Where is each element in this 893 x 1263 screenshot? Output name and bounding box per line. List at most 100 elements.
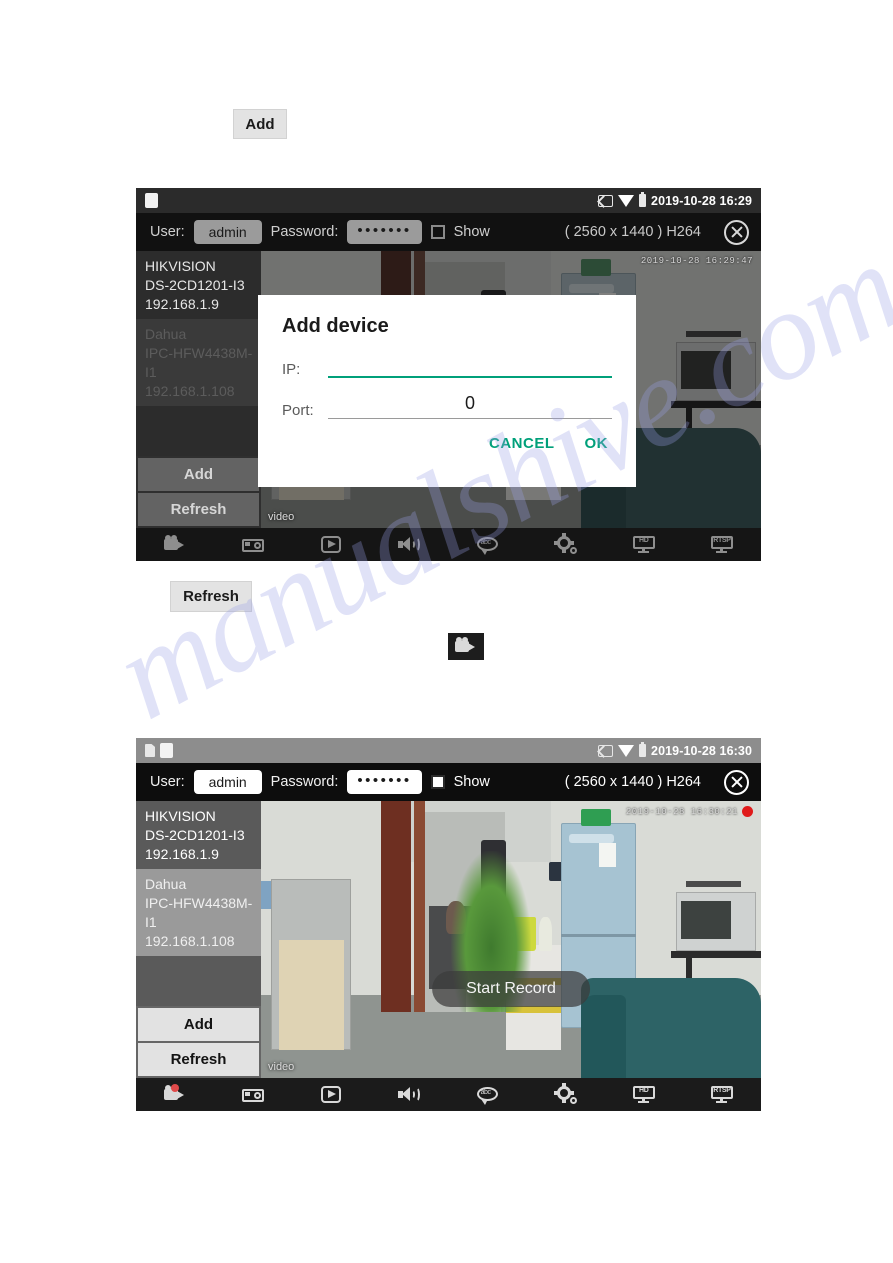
device-ip: 192.168.1.108 (145, 932, 235, 949)
gear-icon (553, 533, 577, 554)
device-list-empty-area (136, 956, 261, 1006)
close-circle-icon[interactable] (724, 219, 749, 245)
monitor-rtsp-icon: RTSP (710, 1085, 733, 1104)
device-ip: 192.168.1.9 (145, 295, 219, 312)
user-label: User: (150, 774, 185, 790)
cast-icon (598, 194, 614, 207)
password-input[interactable]: ••••••• (347, 220, 422, 244)
monitor-rtsp-label: RTSP (713, 1087, 731, 1094)
photo-camera-icon (242, 535, 265, 554)
video-stream-tag: video (268, 511, 295, 523)
monitor-rtsp-icon: RTSP (710, 535, 733, 554)
user-label: User: (150, 224, 185, 240)
toolbar-rtsp-button[interactable]: RTSP (683, 1078, 761, 1111)
port-label: Port: (282, 402, 314, 419)
monitor-rtsp-label: RTSP (713, 537, 731, 544)
start-record-toast: Start Record (432, 971, 590, 1008)
screenshot-add-device: 2019-10-28 16:29 User: admin Password: •… (136, 188, 761, 561)
close-circle-icon[interactable] (724, 769, 749, 795)
android-status-bar: 2019-10-28 16:29 (136, 188, 761, 213)
sd-card-icon (145, 744, 155, 757)
cast-icon (598, 744, 614, 757)
photo-camera-icon (242, 1085, 265, 1104)
main-body: HIKVISION DS-2CD1201-I3 192.168.1.9 Dahu… (136, 801, 761, 1078)
device-model: DS-2CD1201-I3 (145, 276, 245, 293)
play-icon (320, 535, 342, 554)
toolbar-audio-button[interactable] (370, 528, 448, 561)
toolbar-settings-button[interactable] (527, 1078, 605, 1111)
chat-bubble-icon: abc (476, 1085, 499, 1105)
toolbar-settings-button[interactable] (527, 528, 605, 561)
speaker-icon (398, 535, 421, 554)
device-sidebar: HIKVISION DS-2CD1201-I3 192.168.1.9 Dahu… (136, 251, 261, 528)
wifi-icon (618, 194, 635, 207)
bottom-toolbar: abc HD RTSP (136, 528, 761, 561)
password-input[interactable]: ••••••• (347, 770, 422, 794)
video-stream-tag: video (268, 1061, 295, 1073)
recording-indicator-dot (742, 806, 753, 817)
video-timestamp-overlay: 2019-10-28 16:29:47 (640, 256, 753, 266)
video-camera-icon (164, 535, 186, 554)
user-input[interactable]: admin (193, 220, 262, 244)
user-input[interactable]: admin (193, 770, 262, 794)
sidebar-add-button[interactable]: Add (138, 458, 259, 491)
sidebar-refresh-button[interactable]: Refresh (138, 493, 259, 526)
inline-refresh-button[interactable]: Refresh (170, 581, 252, 612)
toolbar-playback-button[interactable] (292, 528, 370, 561)
wifi-icon (618, 744, 635, 757)
password-label: Password: (270, 774, 339, 790)
device-list-item[interactable]: Dahua IPC-HFW4438M-I1 192.168.1.108 (136, 319, 261, 407)
device-model: IPC-HFW4438M-I1 (145, 345, 253, 380)
show-password-label: Show (453, 774, 490, 790)
dialog-cancel-button[interactable]: CANCEL (489, 435, 555, 452)
battery-icon (639, 742, 647, 757)
play-icon (320, 1085, 342, 1104)
sidebar-refresh-button[interactable]: Refresh (138, 1043, 259, 1076)
device-brand: Dahua (145, 876, 187, 893)
ip-input[interactable] (328, 352, 612, 378)
bottom-toolbar: abc HD RTSP (136, 1078, 761, 1111)
status-datetime: 2019-10-28 16:30 (651, 743, 752, 758)
video-camera-icon (164, 1084, 186, 1104)
toolbar-record-button[interactable] (136, 1078, 214, 1111)
toolbar-record-button[interactable] (136, 528, 214, 561)
device-brand: HIKVISION (145, 808, 216, 824)
status-datetime: 2019-10-28 16:29 (651, 193, 752, 208)
toolbar-snapshot-button[interactable] (214, 528, 292, 561)
monitor-hd-label: HD (639, 537, 649, 544)
show-password-label: Show (453, 224, 490, 240)
screenshot-recording: 2019-10-28 16:30 User: admin Password: •… (136, 738, 761, 1111)
toolbar-hd-button[interactable]: HD (605, 528, 683, 561)
battery-icon (639, 192, 647, 207)
add-device-dialog: Add device IP: Port: 0 CANCEL OK (258, 295, 636, 487)
device-model: DS-2CD1201-I3 (145, 826, 245, 843)
port-input[interactable]: 0 (328, 393, 612, 419)
device-brand: Dahua (145, 326, 187, 343)
show-password-checkbox[interactable] (430, 775, 445, 789)
device-sidebar: HIKVISION DS-2CD1201-I3 192.168.1.9 Dahu… (136, 801, 261, 1078)
device-list-item[interactable]: HIKVISION DS-2CD1201-I3 192.168.1.9 (136, 801, 261, 870)
monitor-hd-label: HD (639, 1087, 649, 1094)
device-list-item[interactable]: HIKVISION DS-2CD1201-I3 192.168.1.9 (136, 251, 261, 320)
toolbar-snapshot-button[interactable] (214, 1078, 292, 1111)
stream-resolution-label: ( 2560 x 1440 ) H264 (564, 224, 701, 240)
credentials-bar: User: admin Password: ••••••• Show ( 256… (136, 763, 761, 801)
toolbar-playback-button[interactable] (292, 1078, 370, 1111)
show-password-checkbox[interactable] (430, 225, 445, 239)
toolbar-talk-button[interactable]: abc (449, 1078, 527, 1111)
device-list-item[interactable]: Dahua IPC-HFW4438M-I1 192.168.1.108 (136, 869, 261, 957)
toolbar-hd-button[interactable]: HD (605, 1078, 683, 1111)
video-preview-pane[interactable]: 2019-10-28 16:30:21 video Start Record (261, 801, 761, 1078)
inline-add-button[interactable]: Add (233, 109, 287, 139)
toolbar-talk-button[interactable]: abc (449, 528, 527, 561)
device-list-empty-area (136, 406, 261, 456)
device-ip: 192.168.1.108 (145, 382, 235, 399)
inline-video-camera-icon[interactable] (448, 633, 484, 660)
toolbar-audio-button[interactable] (370, 1078, 448, 1111)
dialog-ok-button[interactable]: OK (585, 435, 609, 452)
android-status-bar: 2019-10-28 16:30 (136, 738, 761, 763)
monitor-hd-icon: HD (632, 535, 655, 554)
chat-bubble-text: abc (480, 1089, 491, 1096)
toolbar-rtsp-button[interactable]: RTSP (683, 528, 761, 561)
sidebar-add-button[interactable]: Add (138, 1008, 259, 1041)
